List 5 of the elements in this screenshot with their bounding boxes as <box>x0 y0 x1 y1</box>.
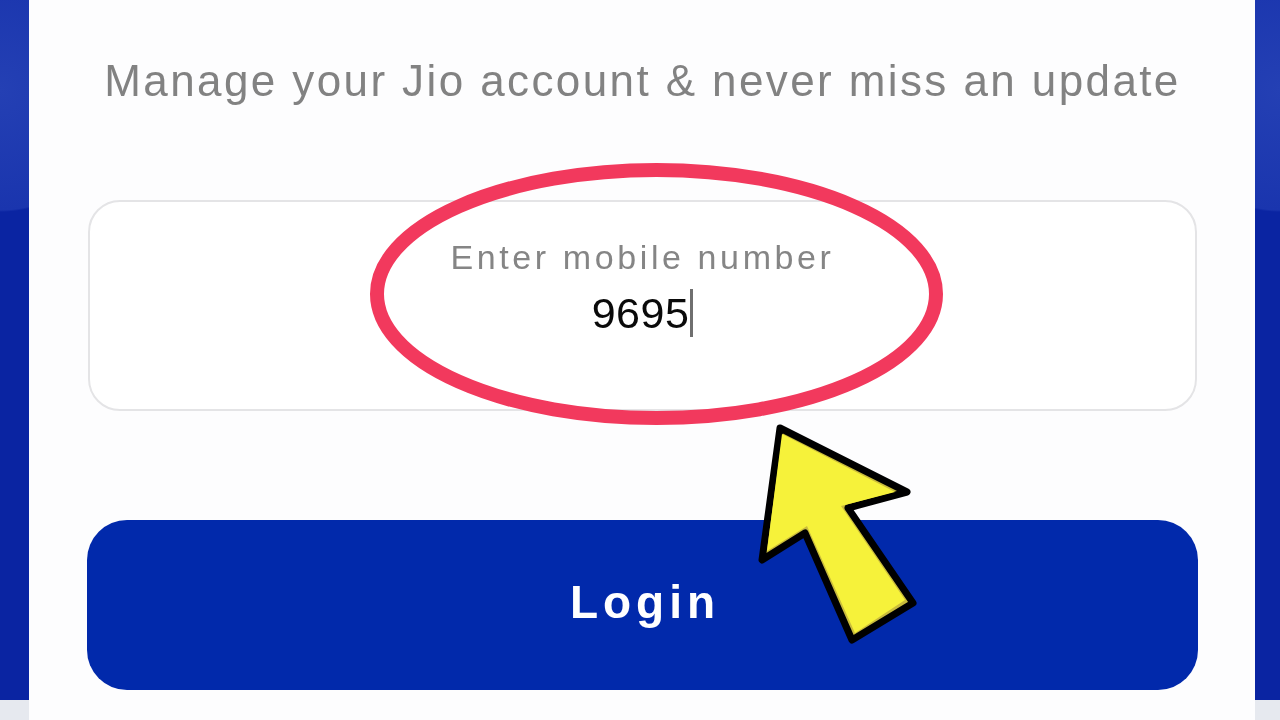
subtitle: Manage your Jio account & never miss an update <box>104 55 1181 107</box>
mobile-number-field[interactable]: Enter mobile number 9695 <box>88 200 1197 411</box>
field-label: Enter mobile number <box>450 237 835 277</box>
field-value: 9695 <box>591 291 690 335</box>
login-button[interactable]: Login <box>87 520 1198 690</box>
